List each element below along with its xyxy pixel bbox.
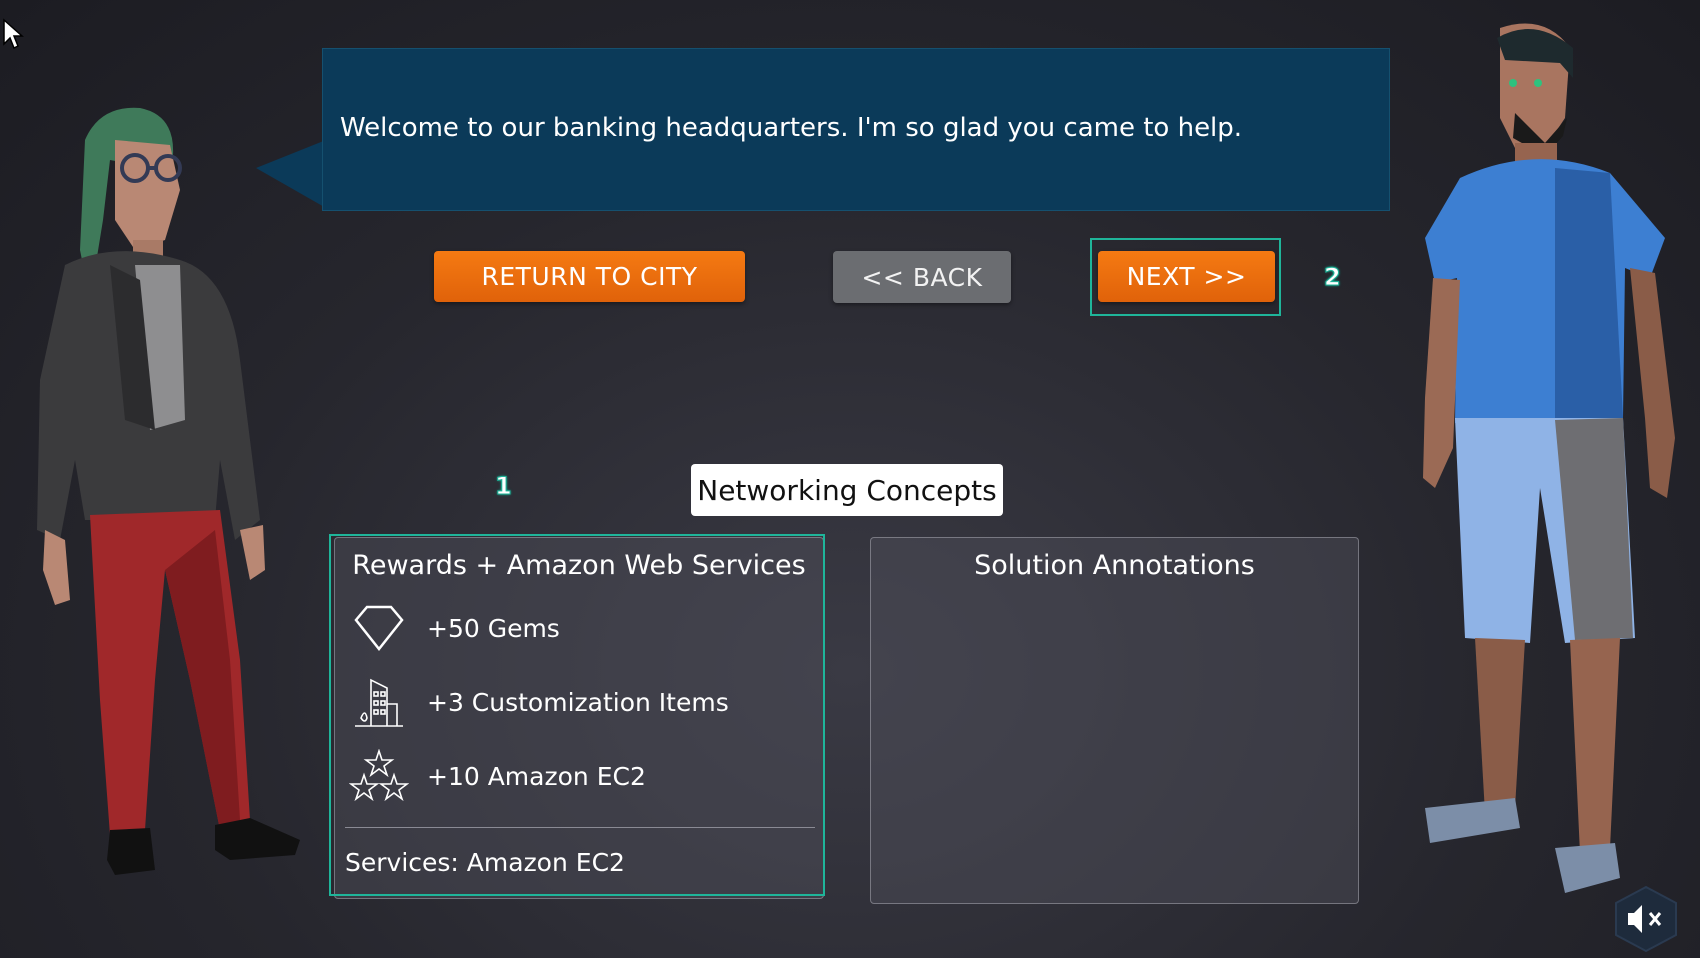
next-button[interactable]: NEXT >>	[1098, 251, 1275, 302]
speech-bubble-tail	[256, 140, 326, 208]
solution-panel-title: Solution Annotations	[974, 550, 1255, 581]
return-to-city-button[interactable]: RETURN TO CITY	[434, 251, 745, 302]
mouse-cursor-icon	[3, 18, 24, 50]
female-character	[37, 107, 300, 875]
dialog-message: Welcome to our banking headquarters. I'm…	[340, 113, 1243, 143]
rewards-panel-highlight	[329, 534, 825, 896]
step-marker-2: 2	[1324, 263, 1342, 292]
step-marker-1: 1	[495, 472, 513, 501]
male-character	[1423, 23, 1675, 893]
topic-title: Networking Concepts	[691, 464, 1003, 516]
solution-annotations-panel: Solution Annotations	[870, 537, 1359, 904]
back-button[interactable]: << BACK	[833, 251, 1011, 303]
mute-speaker-icon[interactable]	[1614, 885, 1678, 953]
